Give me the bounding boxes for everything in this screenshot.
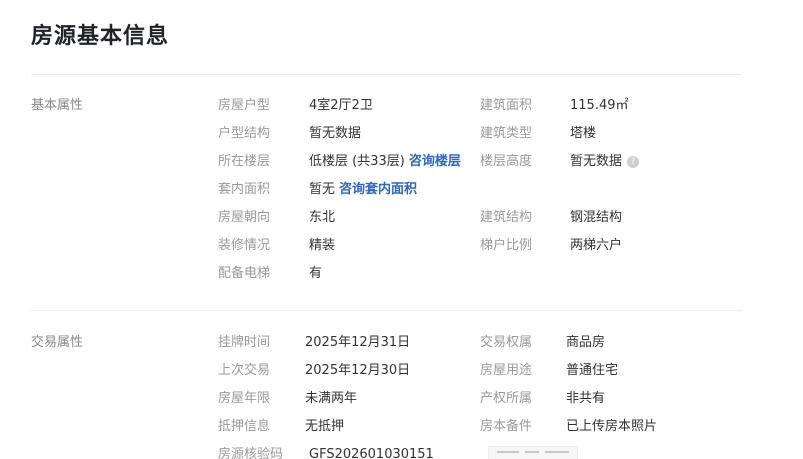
house-info-panel: 房源基本信息 基本属性 房屋户型 4室2厅2卫 建筑面积 115.49㎡ 户型结… xyxy=(0,0,803,459)
floor-label: 所在楼层 xyxy=(218,154,271,169)
layout-value: 4室2厅2卫 xyxy=(309,98,373,113)
deed-value: 已上传房本照片 xyxy=(566,419,658,434)
listing-time-label: 挂牌时间 xyxy=(218,335,271,350)
mortgage-label: 抵押信息 xyxy=(218,419,271,434)
inner-area-cell: 暂无 咨询套内面积 xyxy=(309,181,417,199)
construction-value: 钢混结构 xyxy=(570,210,623,225)
layout-label: 房屋户型 xyxy=(218,98,271,113)
floor-height-cell: 暂无数据? xyxy=(570,153,640,171)
elevator-label: 配备电梯 xyxy=(218,266,271,281)
elevator-ratio-value: 两梯六户 xyxy=(570,238,623,253)
floor-value: 低楼层 (共33层) xyxy=(309,154,405,169)
verify-code-label: 房源核验码 xyxy=(218,447,284,459)
orientation-label: 房屋朝向 xyxy=(218,210,271,225)
years-value: 未满两年 xyxy=(305,391,358,406)
property-value: 非共有 xyxy=(566,391,606,406)
orientation-value: 东北 xyxy=(309,210,336,225)
section-divider xyxy=(31,310,742,311)
listing-time-value: 2025年12月31日 xyxy=(305,335,411,350)
elevator-value: 有 xyxy=(309,266,323,281)
help-icon[interactable]: ? xyxy=(627,156,640,168)
last-trade-value: 2025年12月30日 xyxy=(305,363,411,378)
construction-label: 建筑结构 xyxy=(480,210,533,225)
consult-inner-area-link[interactable]: 咨询套内面积 xyxy=(339,182,417,197)
trade-section-label: 交易属性 xyxy=(31,335,84,350)
area-value: 115.49㎡ xyxy=(570,98,629,113)
inner-area-label: 套内面积 xyxy=(218,182,271,197)
usage-label: 房屋用途 xyxy=(480,363,533,378)
floor-height-label: 楼层高度 xyxy=(480,154,533,169)
usage-value: 普通住宅 xyxy=(566,363,619,378)
area-label: 建筑面积 xyxy=(480,98,533,113)
verify-code-value: GFS202601030151 xyxy=(309,447,434,459)
last-trade-label: 上次交易 xyxy=(218,363,271,378)
title-divider xyxy=(31,74,742,75)
ownership-value: 商品房 xyxy=(566,335,606,350)
decoration-label: 装修情况 xyxy=(218,238,271,253)
page-title: 房源基本信息 xyxy=(31,24,170,49)
deed-label: 房本备件 xyxy=(480,419,533,434)
elevator-ratio-label: 梯户比例 xyxy=(480,238,533,253)
years-label: 房屋年限 xyxy=(218,391,271,406)
building-type-value: 塔楼 xyxy=(570,126,597,141)
structure-value: 暂无数据 xyxy=(309,126,362,141)
basic-section-label: 基本属性 xyxy=(31,98,84,113)
floor-cell: 低楼层 (共33层) 咨询楼层 xyxy=(309,153,461,171)
mortgage-value: 无抵押 xyxy=(305,419,345,434)
deed-photo-thumbnail[interactable] xyxy=(488,446,578,459)
inner-area-value: 暂无 xyxy=(309,182,336,197)
structure-label: 户型结构 xyxy=(218,126,271,141)
property-label: 产权所属 xyxy=(480,391,533,406)
ownership-label: 交易权属 xyxy=(480,335,533,350)
building-type-label: 建筑类型 xyxy=(480,126,533,141)
consult-floor-link[interactable]: 咨询楼层 xyxy=(409,154,461,169)
floor-height-value: 暂无数据 xyxy=(570,154,623,169)
decoration-value: 精装 xyxy=(309,238,336,253)
